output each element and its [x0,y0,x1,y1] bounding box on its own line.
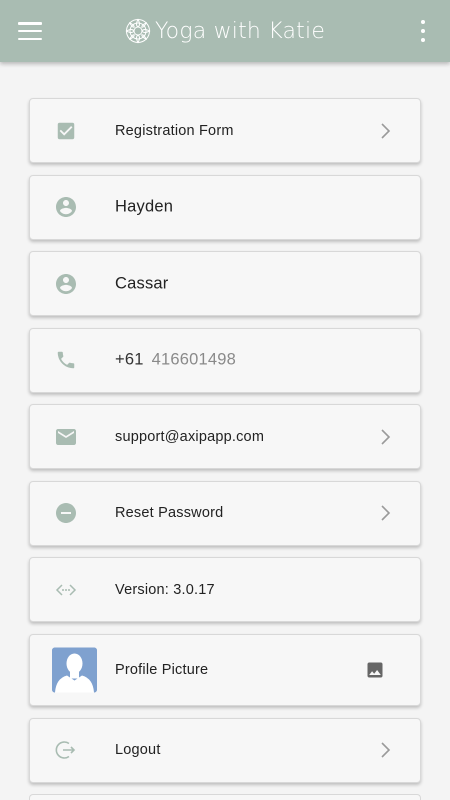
list-item-partial [29,794,421,800]
app-title: Yoga with Katie [154,18,326,44]
reset-password-label: Reset Password [115,505,224,521]
phone-item[interactable]: +61 416601498 [29,327,421,393]
more-options-icon[interactable] [420,20,426,42]
phone-country-code: +61 [115,350,144,369]
minus-circle-icon [54,501,78,525]
chevron-right-icon [381,428,391,445]
menu-icon[interactable] [18,22,42,40]
chevron-right-icon [381,122,391,139]
mandala-logo-icon [125,18,151,44]
support-email-label: support@axipapp.com [115,428,265,445]
registration-form-item[interactable]: Registration Form [29,98,421,163]
brand: Yoga with Katie [125,18,325,44]
version-item: Version: 3.0.17 [29,557,421,622]
app-bar: Yoga with Katie [0,0,450,62]
first-name-value: Hayden [115,197,174,216]
last-name-value: Cassar [115,274,169,292]
last-name-item[interactable]: Cassar [29,251,421,316]
code-icon [54,578,78,602]
checkbox-icon [54,119,78,143]
registration-form-label: Registration Form [115,122,234,139]
logout-item[interactable]: Logout [29,717,421,783]
support-email-item[interactable]: support@axipapp.com [29,404,421,469]
profile-picture-item[interactable]: Profile Picture [29,633,421,706]
chevron-right-icon [381,742,391,758]
chevron-right-icon [381,505,391,521]
profile-picture-label: Profile Picture [115,661,209,678]
account-circle-icon [54,195,78,219]
email-icon [54,425,78,449]
logout-icon [54,738,78,762]
phone-number: 416601498 [151,350,236,369]
phone-field[interactable]: +61 416601498 [115,351,236,370]
settings-list: Registration Form Hayden Cassar +61 41660… [29,98,421,800]
version-label: Version: 3.0.17 [115,581,215,598]
reset-password-item[interactable]: Reset Password [29,480,421,546]
first-name-item[interactable]: Hayden [29,174,421,240]
avatar [52,647,97,692]
phone-icon [54,348,78,372]
account-circle-icon [54,272,78,296]
image-icon[interactable] [365,660,385,680]
logout-label: Logout [115,742,161,758]
